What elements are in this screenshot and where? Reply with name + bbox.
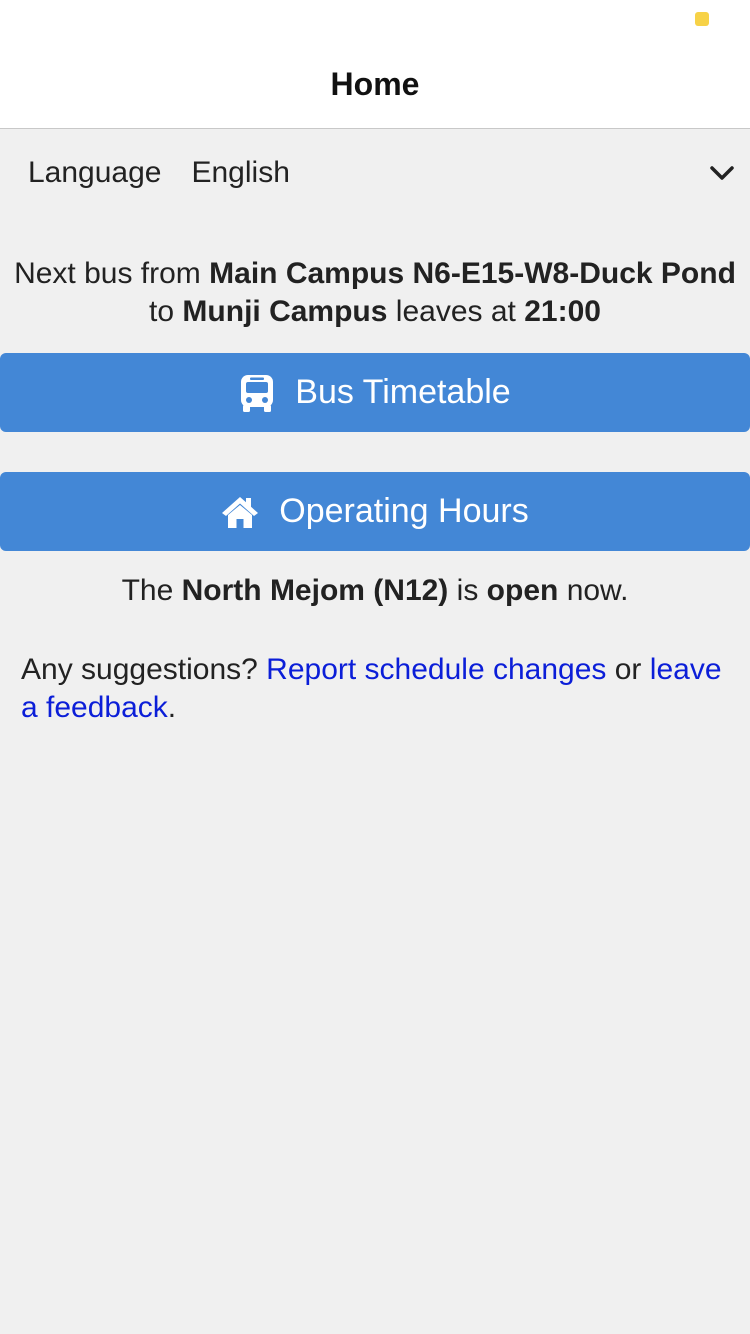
navigation-bar: Home <box>0 40 750 129</box>
next-bus-leaves-word: leaves at <box>395 295 516 328</box>
facility-open-state: open <box>486 574 559 607</box>
operating-hours-label: Operating Hours <box>279 492 529 530</box>
status-suffix: now. <box>566 574 629 607</box>
next-bus-destination: Munji Campus <box>182 295 388 328</box>
status-is-word: is <box>456 574 479 607</box>
report-schedule-changes-link[interactable]: Report schedule changes <box>266 653 606 686</box>
bus-icon <box>239 373 275 413</box>
status-prefix: The <box>121 574 174 607</box>
chevron-down-icon[interactable] <box>708 159 736 187</box>
suggestions-or-word: or <box>614 653 642 686</box>
next-bus-prefix: Next bus from <box>14 257 201 290</box>
facility-status: The North Mejom (N12) is open now. <box>0 572 750 610</box>
next-bus-to-word: to <box>149 295 175 328</box>
language-label: Language <box>28 156 162 189</box>
page-title: Home <box>330 65 420 102</box>
operating-hours-button[interactable]: Operating Hours <box>0 472 750 551</box>
suggestions-text: Any suggestions? Report schedule changes… <box>21 651 731 727</box>
bus-timetable-label: Bus Timetable <box>295 373 511 411</box>
suggestions-end: . <box>167 691 177 724</box>
language-selector[interactable]: Language English <box>0 129 750 217</box>
home-icon <box>221 495 259 529</box>
status-indicator-dot <box>695 12 709 26</box>
bus-timetable-button[interactable]: Bus Timetable <box>0 353 750 432</box>
language-value[interactable]: English <box>191 156 289 190</box>
next-bus-info: Next bus from Main Campus N6-E15-W8-Duck… <box>10 255 740 331</box>
next-bus-origin: Main Campus N6-E15-W8-Duck Pond <box>209 257 736 290</box>
next-bus-time: 21:00 <box>524 295 601 328</box>
status-bar <box>0 0 750 40</box>
suggestions-prefix: Any suggestions? <box>21 653 258 686</box>
facility-name: North Mejom (N12) <box>181 574 449 607</box>
